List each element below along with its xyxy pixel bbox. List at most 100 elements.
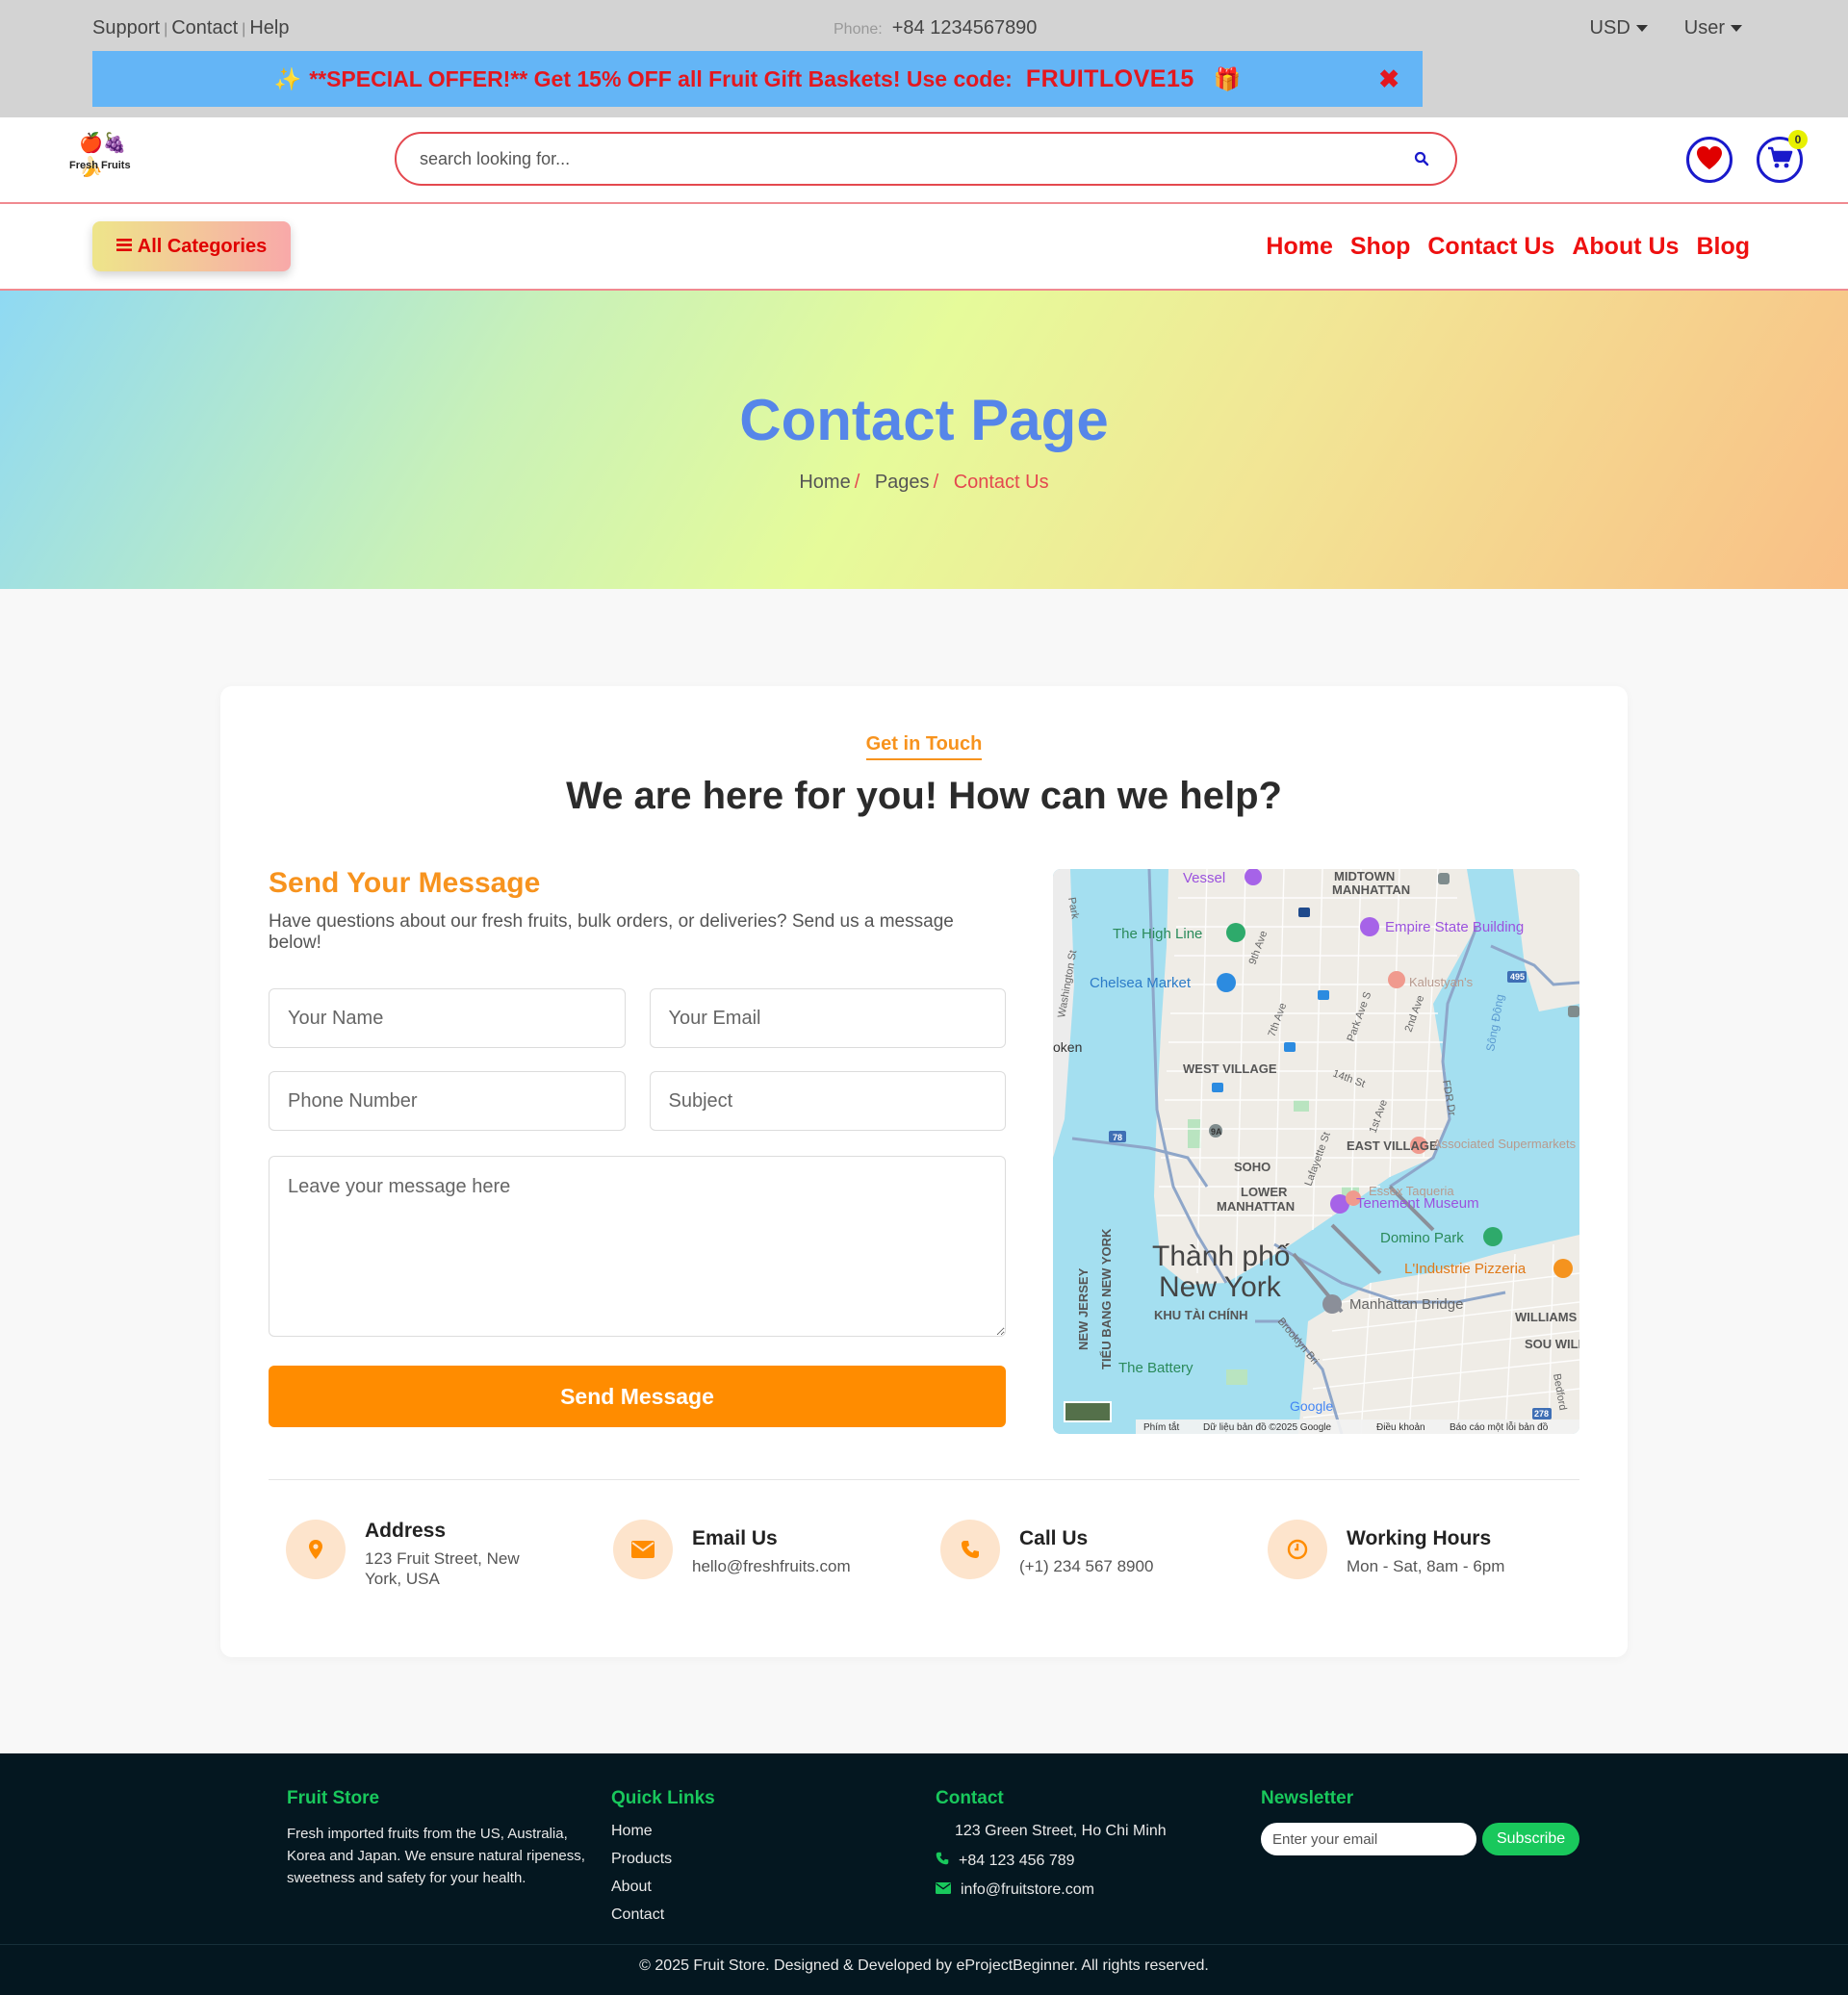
newsletter-email-input[interactable] <box>1261 1823 1476 1855</box>
svg-text:495: 495 <box>1510 972 1525 982</box>
svg-text:Kalustyan's: Kalustyan's <box>1409 975 1474 989</box>
divider <box>269 1479 1579 1480</box>
satellite-toggle[interactable] <box>1064 1401 1112 1422</box>
nav-contact-us[interactable]: Contact Us <box>1427 233 1554 261</box>
message-field[interactable] <box>269 1156 1006 1337</box>
phone-icon <box>936 1852 949 1870</box>
svg-text:oken: oken <box>1053 1039 1082 1055</box>
currency-dropdown[interactable]: USD <box>1590 17 1648 39</box>
info-title: Call Us <box>1019 1527 1089 1549</box>
svg-text:Domino Park: Domino Park <box>1380 1230 1464 1246</box>
svg-text:The High Line: The High Line <box>1113 926 1202 942</box>
map-embed[interactable]: Vessel MIDTOWN MANHATTAN The High Line E… <box>1053 869 1579 1434</box>
svg-text:Thành phố: Thành phố <box>1152 1240 1291 1272</box>
search-icon[interactable] <box>1411 148 1432 169</box>
footer-email[interactable]: info@fruitstore.com <box>961 1881 1094 1899</box>
search-box <box>395 132 1457 186</box>
search-input[interactable] <box>420 148 1411 169</box>
phone-number: +84 1234567890 <box>891 17 1038 38</box>
svg-text:L'Industrie Pizzeria: L'Industrie Pizzeria <box>1404 1261 1527 1277</box>
map-report-link[interactable]: Báo cáo một lỗi bản đồ <box>1450 1420 1549 1433</box>
info-value[interactable]: (+1) 234 567 8900 <box>1019 1556 1153 1576</box>
close-icon[interactable]: ✖ <box>1378 64 1399 94</box>
footer-news-title: Newsletter <box>1261 1788 1354 1808</box>
phone-field[interactable] <box>269 1071 626 1131</box>
caret-down-icon <box>1635 25 1648 33</box>
svg-text:MANHATTAN: MANHATTAN <box>1332 882 1410 897</box>
info-title: Email Us <box>692 1527 778 1549</box>
copyright: © 2025 Fruit Store. Designed & Developed… <box>0 1944 1848 1975</box>
support-link[interactable]: Support <box>92 17 160 38</box>
info-email: Email Us hello@freshfruits.com <box>613 1520 940 1589</box>
menu-icon <box>116 236 132 258</box>
gift-icon: 🎁 <box>1213 65 1242 91</box>
send-message-button[interactable]: Send Message <box>269 1366 1006 1427</box>
logo[interactable]: 🍎🍇🍌 Fresh Fruits <box>67 131 137 181</box>
heart-icon <box>1695 144 1724 176</box>
nav-about-us[interactable]: About Us <box>1572 233 1679 261</box>
svg-text:MIDTOWN: MIDTOWN <box>1334 869 1395 883</box>
info-hours: Working Hours Mon - Sat, 8am - 6pm <box>1268 1520 1595 1589</box>
info-value[interactable]: hello@freshfruits.com <box>692 1556 851 1576</box>
map-data-credit: Dữ liệu bản đồ ©2025 Google <box>1203 1421 1331 1433</box>
caret-down-icon <box>1731 25 1742 33</box>
contact-card: Get in Touch We are here for you! How ca… <box>220 686 1628 1657</box>
location-pin-icon <box>286 1520 346 1579</box>
top-right-menus: USD User <box>1590 17 1742 39</box>
all-categories-button[interactable]: All Categories <box>92 221 291 271</box>
eyebrow: Get in Touch <box>220 733 1628 760</box>
svg-text:Manhattan Bridge: Manhattan Bridge <box>1349 1296 1463 1313</box>
form-title: Send Your Message <box>269 867 541 899</box>
svg-text:MANHATTAN: MANHATTAN <box>1217 1199 1295 1214</box>
sparkle-icon: ✨ <box>273 65 302 91</box>
subject-field[interactable] <box>649 1071 1006 1131</box>
nav-home[interactable]: Home <box>1266 233 1332 261</box>
svg-text:SOU WILLIAM: SOU WILLIAM <box>1525 1337 1579 1351</box>
svg-text:278: 278 <box>1534 1409 1549 1419</box>
subscribe-button[interactable]: Subscribe <box>1482 1823 1580 1855</box>
promo-text: **SPECIAL OFFER!** Get 15% OFF all Fruit… <box>309 65 1013 91</box>
footer-newsletter: Newsletter Subscribe <box>1261 1788 1580 1855</box>
main-content: Get in Touch We are here for you! How ca… <box>0 589 1848 1753</box>
svg-text:LOWER: LOWER <box>1241 1185 1288 1199</box>
email-field[interactable] <box>649 988 1006 1048</box>
nav-blog[interactable]: Blog <box>1696 233 1750 261</box>
top-bar: Support | Contact | Help Phone: +84 123456789… <box>0 0 1848 117</box>
svg-text:Chelsea Market: Chelsea Market <box>1090 975 1192 991</box>
help-link[interactable]: Help <box>249 17 289 38</box>
breadcrumb-home[interactable]: Home <box>799 472 850 493</box>
svg-text:New York: New York <box>1159 1271 1282 1303</box>
map-shortcuts-link[interactable]: Phím tắt <box>1143 1420 1179 1433</box>
nav-shop[interactable]: Shop <box>1350 233 1411 261</box>
contact-info-row: Address 123 Fruit Street, New York, USA … <box>286 1520 1595 1589</box>
contact-link[interactable]: Contact <box>171 17 238 38</box>
footer-link-home[interactable]: Home <box>611 1823 653 1839</box>
footer-link-contact[interactable]: Contact <box>611 1906 664 1923</box>
form-description: Have questions about our fresh fruits, b… <box>269 911 954 953</box>
main-nav: Home Shop Contact Us About Us Blog <box>1266 233 1750 261</box>
footer-address: 123 Green Street, Ho Chi Minh <box>955 1823 1167 1839</box>
footer-link-products[interactable]: Products <box>611 1851 672 1867</box>
top-links: Support | Contact | Help <box>92 17 290 38</box>
cart-button[interactable]: 0 <box>1757 130 1808 183</box>
section-heading: We are here for you! How can we help? <box>566 775 1282 817</box>
navbar: All Categories Home Shop Contact Us Abou… <box>0 204 1848 291</box>
contact-form: Send Your Message Have questions about o… <box>269 867 1006 1427</box>
footer-quick-links: Quick Links Home Products About Contact <box>611 1788 715 1934</box>
footer-quick-title: Quick Links <box>611 1788 715 1808</box>
footer-about: Fruit Store Fresh imported fruits from t… <box>287 1788 585 1889</box>
breadcrumb: Home / Pages / Contact Us <box>799 472 1049 493</box>
breadcrumb-pages[interactable]: Pages <box>875 472 930 493</box>
info-title: Address <box>365 1520 447 1542</box>
footer-link-about[interactable]: About <box>611 1879 652 1895</box>
map-terms-link[interactable]: Điều khoản <box>1376 1421 1425 1433</box>
footer-phone: +84 123 456 789 <box>959 1852 1075 1869</box>
svg-text:Vessel: Vessel <box>1183 870 1225 886</box>
footer-contact: Contact 123 Green Street, Ho Chi Minh +8… <box>936 1788 1167 1910</box>
svg-text:The Battery: The Battery <box>1118 1360 1194 1376</box>
envelope-icon <box>936 1881 951 1899</box>
wishlist-button[interactable] <box>1686 137 1732 183</box>
user-dropdown[interactable]: User <box>1684 17 1742 39</box>
page-hero: Contact Page Home / Pages / Contact Us <box>0 291 1848 589</box>
name-field[interactable] <box>269 988 626 1048</box>
